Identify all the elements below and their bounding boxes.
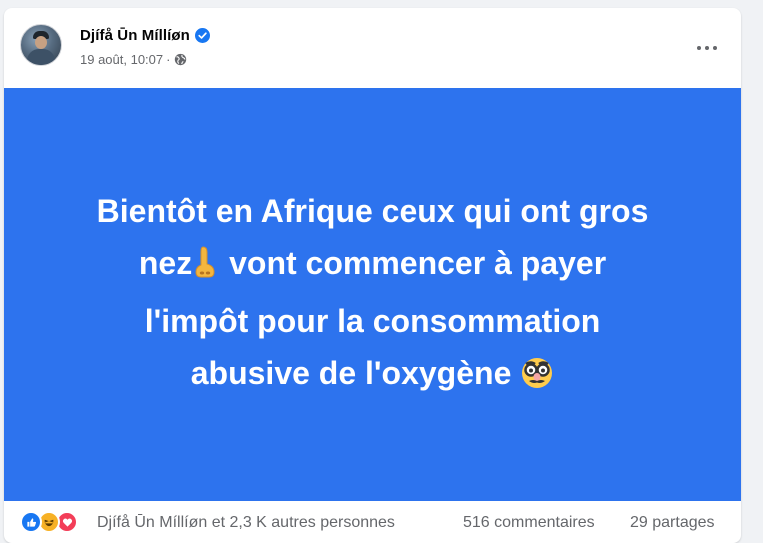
post-line-4: abusive de l'oxygène [190, 354, 512, 391]
avatar-face [35, 36, 47, 49]
post-line-2a: nez [138, 244, 193, 281]
reaction-icons[interactable] [20, 511, 78, 533]
more-options-icon[interactable] [689, 30, 725, 66]
post-background: Bientôt en Afrique ceux qui ont gros nez… [4, 88, 741, 501]
nose-emoji [192, 243, 220, 295]
post-line-3: l'impôt pour la consommation [144, 302, 601, 339]
post-line-2b: vont commencer à payer [229, 244, 607, 281]
disguised-face-emoji [520, 353, 554, 405]
post-meta: 19 août, 10:07 · [80, 52, 187, 67]
verified-badge-icon [194, 27, 210, 43]
like-reaction-icon [20, 511, 42, 533]
reactions-summary[interactable]: Djífå Ūn Míllíøn et 2,3 K autres personn… [97, 514, 395, 532]
globe-icon[interactable] [174, 53, 187, 66]
post-footer: Djífå Ūn Míllíøn et 2,3 K autres personn… [4, 501, 741, 543]
author-row: Djífå Ūn Míllíøn [80, 25, 210, 45]
author-name[interactable]: Djífå Ūn Míllíøn [80, 27, 190, 44]
author-avatar[interactable] [20, 24, 62, 66]
post-text: Bientôt en Afrique ceux qui ont gros nez… [33, 185, 713, 405]
avatar-shirt [27, 49, 55, 65]
shares-count[interactable]: 29 partages [630, 514, 715, 532]
meta-separator: · [166, 52, 171, 67]
post-line-1: Bientôt en Afrique ceux qui ont gros [96, 192, 649, 229]
post-timestamp[interactable]: 19 août, 10:07 [80, 52, 163, 67]
post-header: Djífå Ūn Míllíøn 19 août, 10:07 · [4, 8, 741, 88]
post-card: Djífå Ūn Míllíøn 19 août, 10:07 · Bientô… [4, 8, 741, 543]
comments-count[interactable]: 516 commentaires [463, 514, 595, 532]
